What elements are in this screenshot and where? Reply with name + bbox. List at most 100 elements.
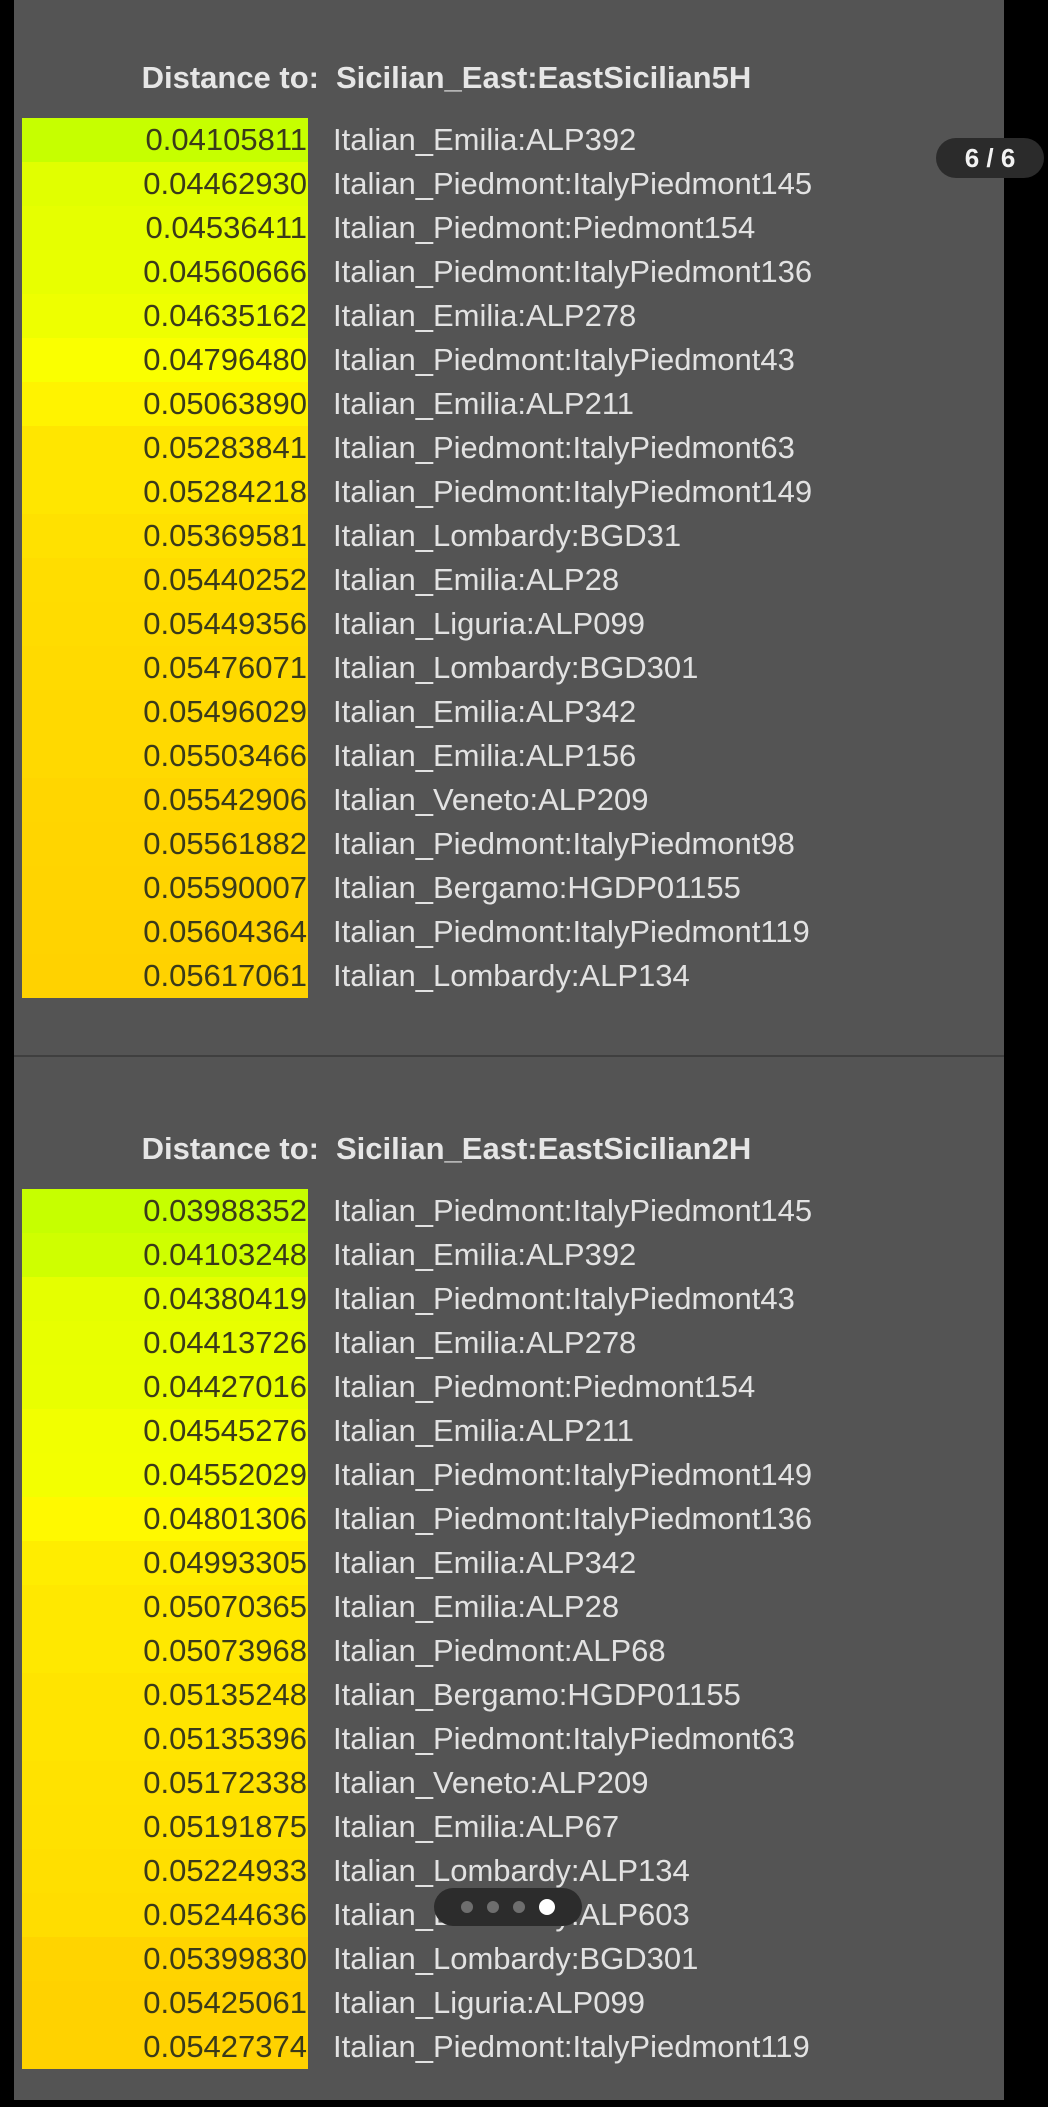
target-sample-name: Sicilian_East:EastSicilian2H — [336, 1131, 752, 1166]
distance-value-cell: 0.04635162 — [22, 294, 308, 338]
distance-value-cell: 0.05369581 — [22, 514, 308, 558]
distance-value-cell: 0.05542906 — [22, 778, 308, 822]
sample-name: Italian_Piedmont:ItalyPiedmont136 — [333, 1501, 813, 1536]
table-row: 0.04552029 Italian_Piedmont:ItalyPiedmont… — [22, 1453, 982, 1497]
distance-list: 0.04105811 Italian_Emilia:ALP392 0.0446293… — [22, 118, 982, 998]
distance-value-cell: 0.05617061 — [22, 954, 308, 998]
table-row: 0.05449356 Italian_Liguria:ALP099 — [22, 602, 982, 646]
sample-name: Italian_Lombardy:ALP134 — [333, 958, 690, 993]
distance-value-cell: 0.05496029 — [22, 690, 308, 734]
sample-name: Italian_Emilia:ALP156 — [333, 738, 637, 773]
pagination-dot[interactable] — [513, 1901, 525, 1913]
distance-value-cell: 0.04413726 — [22, 1321, 308, 1365]
sample-name: Italian_Emilia:ALP28 — [333, 562, 620, 597]
table-row: 0.04380419 Italian_Piedmont:ItalyPiedmont… — [22, 1277, 982, 1321]
table-row: 0.04796480 Italian_Piedmont:ItalyPiedmont… — [22, 338, 982, 382]
distance-value-cell: 0.04801306 — [22, 1497, 308, 1541]
sample-name: Italian_Emilia:ALP211 — [333, 386, 634, 421]
sample-name: Italian_Lombardy:BGD301 — [333, 1941, 699, 1976]
distance-value-cell: 0.05449356 — [22, 602, 308, 646]
distance-value-cell: 0.04560666 — [22, 250, 308, 294]
sample-name: Italian_Piedmont:ItalyPiedmont98 — [333, 826, 795, 861]
distance-value-cell: 0.05172338 — [22, 1761, 308, 1805]
table-row: 0.04413726 Italian_Emilia:ALP278 — [22, 1321, 982, 1365]
table-row: 0.04536411 Italian_Piedmont:Piedmont154 — [22, 206, 982, 250]
sample-name: Italian_Piedmont:ItalyPiedmont145 — [333, 166, 813, 201]
distance-value-cell: 0.05224933 — [22, 1849, 308, 1893]
sample-name: Italian_Liguria:ALP099 — [333, 1985, 645, 2020]
table-row: 0.04545276 Italian_Emilia:ALP211 — [22, 1409, 982, 1453]
distance-value-cell: 0.04427016 — [22, 1365, 308, 1409]
distance-value-cell: 0.03988352 — [22, 1189, 308, 1233]
sample-name: Italian_Bergamo:HGDP01155 — [333, 1677, 741, 1712]
distance-value-cell: 0.04552029 — [22, 1453, 308, 1497]
table-row: 0.04105811 Italian_Emilia:ALP392 — [22, 118, 982, 162]
sample-name: Italian_Piedmont:ItalyPiedmont63 — [333, 1721, 795, 1756]
distance-value-cell: 0.05135396 — [22, 1717, 308, 1761]
distance-value-cell: 0.05283841 — [22, 426, 308, 470]
distance-value-cell: 0.05070365 — [22, 1585, 308, 1629]
distance-value-cell: 0.05425061 — [22, 1981, 308, 2025]
carousel-pagination[interactable] — [434, 1888, 582, 1926]
sample-name: Italian_Emilia:ALP392 — [333, 122, 637, 157]
sample-name: Italian_Lombardy:ALP134 — [333, 1853, 690, 1888]
distance-value-cell: 0.04462930 — [22, 162, 308, 206]
distance-value-cell: 0.05284218 — [22, 470, 308, 514]
section-heading: Distance to: Sicilian_East:EastSicilian2… — [14, 1127, 1004, 1171]
table-row: 0.05224933 Italian_Lombardy:ALP134 — [22, 1849, 982, 1893]
distance-value-cell: 0.04796480 — [22, 338, 308, 382]
table-row: 0.05561882 Italian_Piedmont:ItalyPiedmont… — [22, 822, 982, 866]
table-row: 0.03988352 Italian_Piedmont:ItalyPiedmont… — [22, 1189, 982, 1233]
table-row: 0.05427374 Italian_Piedmont:ItalyPiedmont… — [22, 2025, 982, 2069]
table-row: 0.05135248 Italian_Bergamo:HGDP01155 — [22, 1673, 982, 1717]
pagination-dot[interactable] — [487, 1901, 499, 1913]
image-counter-badge: 6 / 6 — [936, 138, 1044, 178]
table-row: 0.05070365 Italian_Emilia:ALP28 — [22, 1585, 982, 1629]
table-row: 0.05604364 Italian_Piedmont:ItalyPiedmont… — [22, 910, 982, 954]
distance-value-cell: 0.04536411 — [22, 206, 308, 250]
distance-value-cell: 0.05135248 — [22, 1673, 308, 1717]
distance-value-cell: 0.05427374 — [22, 2025, 308, 2069]
sample-name: Italian_Emilia:ALP342 — [333, 1545, 637, 1580]
distance-value-cell: 0.05503466 — [22, 734, 308, 778]
distance-results-panel: Distance to: Sicilian_East:EastSicilian5… — [14, 0, 1004, 2100]
distance-value-cell: 0.04380419 — [22, 1277, 308, 1321]
sample-name: Italian_Piedmont:Piedmont154 — [333, 210, 756, 245]
sample-name: Italian_Piedmont:ItalyPiedmont63 — [333, 430, 795, 465]
distance-value-cell: 0.05590007 — [22, 866, 308, 910]
section-heading: Distance to: Sicilian_East:EastSicilian5… — [14, 56, 1004, 100]
table-row: 0.04993305 Italian_Emilia:ALP342 — [22, 1541, 982, 1585]
sample-name: Italian_Emilia:ALP342 — [333, 694, 637, 729]
sample-name: Italian_Piedmont:ItalyPiedmont136 — [333, 254, 813, 289]
target-sample-name: Sicilian_East:EastSicilian5H — [336, 60, 752, 95]
sample-name: Italian_Piedmont:ItalyPiedmont43 — [333, 1281, 795, 1316]
table-row: 0.05425061 Italian_Liguria:ALP099 — [22, 1981, 982, 2025]
table-row: 0.05476071 Italian_Lombardy:BGD301 — [22, 646, 982, 690]
sample-name: Italian_Emilia:ALP67 — [333, 1809, 620, 1844]
sample-name: Italian_Veneto:ALP209 — [333, 782, 649, 817]
pagination-dot[interactable] — [539, 1899, 555, 1915]
table-row: 0.05284218 Italian_Piedmont:ItalyPiedmont… — [22, 470, 982, 514]
sample-name: Italian_Emilia:ALP278 — [333, 298, 637, 333]
sample-name: Italian_Piedmont:ItalyPiedmont149 — [333, 1457, 813, 1492]
table-row: 0.05369581 Italian_Lombardy:BGD31 — [22, 514, 982, 558]
sample-name: Italian_Veneto:ALP209 — [333, 1765, 649, 1800]
sample-name: Italian_Lombardy:BGD301 — [333, 650, 699, 685]
distance-to-label: Distance to: — [141, 60, 319, 95]
distance-value-cell: 0.05399830 — [22, 1937, 308, 1981]
table-row: 0.05496029 Italian_Emilia:ALP342 — [22, 690, 982, 734]
pagination-dot[interactable] — [461, 1901, 473, 1913]
distance-value-cell: 0.05063890 — [22, 382, 308, 426]
table-row: 0.05172338 Italian_Veneto:ALP209 — [22, 1761, 982, 1805]
sample-name: Italian_Bergamo:HGDP01155 — [333, 870, 741, 905]
distance-value-cell: 0.04545276 — [22, 1409, 308, 1453]
table-row: 0.04462930 Italian_Piedmont:ItalyPiedmont… — [22, 162, 982, 206]
distance-value-cell: 0.05191875 — [22, 1805, 308, 1849]
table-row: 0.04560666 Italian_Piedmont:ItalyPiedmont… — [22, 250, 982, 294]
sample-name: Italian_Piedmont:ItalyPiedmont43 — [333, 342, 795, 377]
distance-value-cell: 0.05440252 — [22, 558, 308, 602]
distance-value-cell: 0.05244636 — [22, 1893, 308, 1937]
table-row: 0.05590007 Italian_Bergamo:HGDP01155 — [22, 866, 982, 910]
sample-name: Italian_Piedmont:ItalyPiedmont149 — [333, 474, 813, 509]
distance-value-cell: 0.05476071 — [22, 646, 308, 690]
